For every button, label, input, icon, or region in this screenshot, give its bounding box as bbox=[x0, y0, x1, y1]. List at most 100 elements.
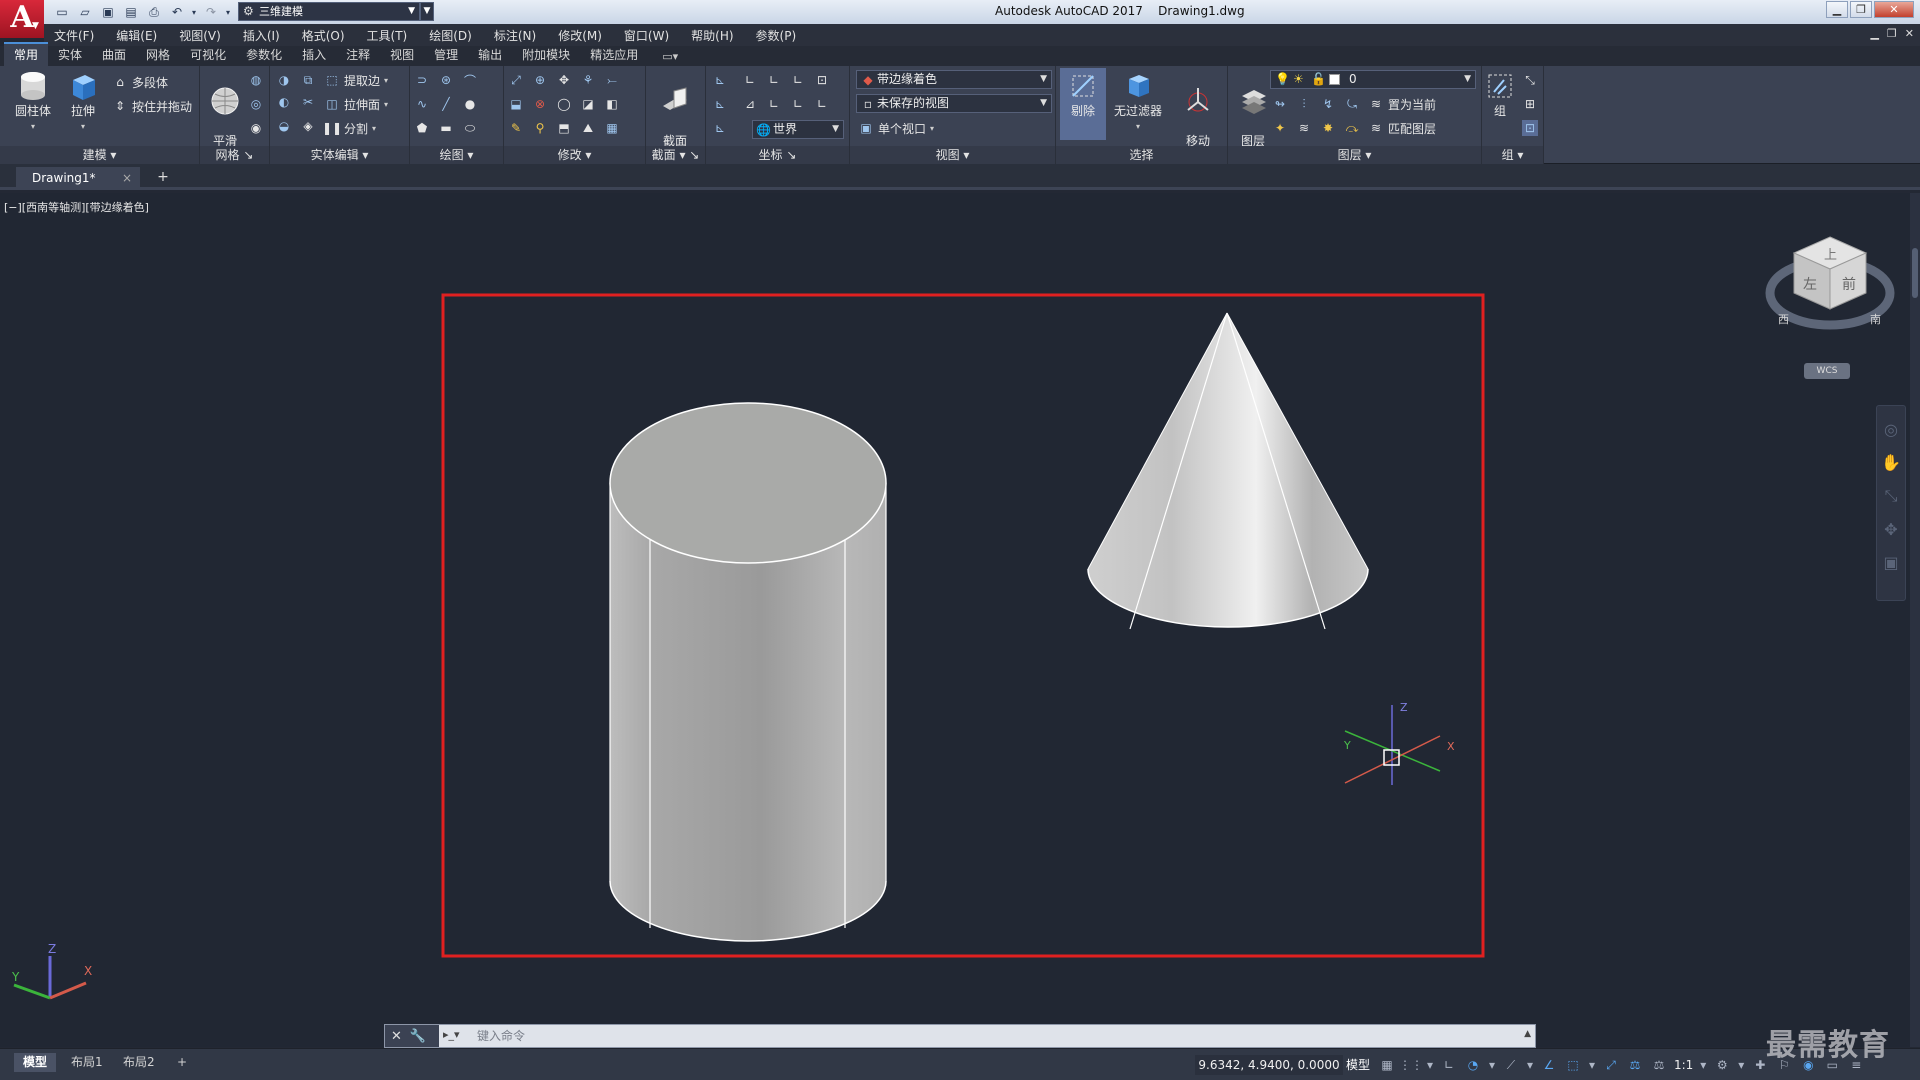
spline-icon[interactable]: ∿ bbox=[414, 96, 430, 112]
viewport-config-button[interactable]: ▣ 单个视口 ▾ bbox=[858, 118, 934, 138]
visual-style-select[interactable]: ◆ 带边缘着色 ▼ bbox=[856, 70, 1052, 89]
wrench-icon[interactable]: 🔧 bbox=[410, 1029, 426, 1044]
grid-icon[interactable]: ▦ bbox=[1378, 1056, 1396, 1074]
panel-title-mesh[interactable]: 网格 ↘ bbox=[200, 146, 269, 164]
intersect-icon[interactable]: ◒ bbox=[276, 118, 292, 134]
erase-icon[interactable]: ✎ bbox=[508, 120, 524, 136]
maximize-button[interactable]: ❐ bbox=[1850, 1, 1872, 18]
menu-window[interactable]: 窗口(W) bbox=[613, 27, 680, 44]
open-file-icon[interactable]: ▱ bbox=[75, 3, 95, 21]
mesh-smooth-more-icon[interactable]: ◍ bbox=[248, 72, 264, 88]
panel-title-selection[interactable]: 选择 bbox=[1056, 146, 1227, 164]
panel-title-modeling[interactable]: 建模 ▾ bbox=[0, 146, 199, 164]
cylinder-button[interactable]: 圆柱体 ▾ bbox=[10, 70, 56, 134]
object-snap-icon[interactable]: ⬚ bbox=[1564, 1056, 1582, 1074]
viewport-controls-label[interactable]: [−][西南等轴测][带边缘着色] bbox=[4, 199, 149, 215]
drawing-viewport[interactable]: Z X Y Z Y X 上 左 前 西 南 [−][西南等轴测][带边缘着色] … bbox=[0, 193, 1910, 1047]
thicken-icon[interactable]: ◈ bbox=[300, 118, 316, 134]
union-icon[interactable]: ◑ bbox=[276, 72, 292, 88]
group-button[interactable]: 组 bbox=[1482, 70, 1518, 119]
rotate-icon[interactable]: ◯ bbox=[556, 96, 572, 112]
save-as-icon[interactable]: ▤ bbox=[121, 3, 141, 21]
orbit-icon[interactable]: ✥ bbox=[1884, 520, 1897, 539]
culling-button[interactable]: 剔除 bbox=[1060, 68, 1106, 140]
chamfer-icon[interactable]: ◧ bbox=[604, 96, 620, 112]
redo-icon[interactable]: ↷ bbox=[201, 3, 221, 21]
polyline-icon[interactable]: ⊃ bbox=[414, 72, 430, 88]
undo-dropdown-icon[interactable]: ▾ bbox=[190, 3, 198, 21]
ucs-z-icon[interactable]: ∟ bbox=[790, 96, 806, 112]
layout-tab-model[interactable]: 模型 bbox=[14, 1053, 57, 1072]
helix-icon[interactable]: ⊛ bbox=[438, 72, 454, 88]
command-input[interactable] bbox=[475, 1025, 1515, 1047]
extrude-button[interactable]: 拉伸 ▾ bbox=[60, 70, 106, 134]
panel-title-layers[interactable]: 图层 ▾ bbox=[1228, 146, 1481, 164]
separate-button[interactable]: ❚❚ 分割 ▾ bbox=[322, 118, 376, 138]
mirror-icon[interactable]: ⛰ bbox=[580, 120, 596, 136]
chevron-down-icon[interactable]: ▾ bbox=[1588, 1056, 1596, 1074]
layout-tab-layout1[interactable]: 布局1 bbox=[62, 1053, 112, 1072]
ucs-x-icon[interactable]: ∟ bbox=[790, 72, 806, 88]
mesh-smooth-less-icon[interactable]: ◎ bbox=[248, 96, 264, 112]
application-menu-button[interactable]: A ▼ bbox=[0, 0, 44, 38]
line-icon[interactable]: ╱ bbox=[438, 96, 454, 112]
move-arrows-icon[interactable]: ✥ bbox=[556, 72, 572, 88]
doc-minimize-button[interactable]: ▁ bbox=[1870, 27, 1878, 40]
tab-solid[interactable]: 实体 bbox=[48, 44, 92, 66]
layer-select[interactable]: 💡 ☀ 🔓 0 ▼ bbox=[1270, 70, 1476, 89]
polysolid-button[interactable]: ⌂ 多段体 bbox=[112, 72, 168, 92]
tab-surface[interactable]: 曲面 bbox=[92, 44, 136, 66]
ucs-icon[interactable]: ⊾ bbox=[712, 72, 728, 88]
doc-restore-button[interactable]: ❐ bbox=[1887, 27, 1897, 40]
menu-file[interactable]: 文件(F) bbox=[44, 27, 105, 44]
auto-scale-icon[interactable]: ⚖ bbox=[1650, 1056, 1668, 1074]
pan-icon[interactable]: ✋ bbox=[1881, 453, 1901, 472]
ucs-face-icon[interactable]: ⊾ bbox=[712, 96, 728, 112]
menu-view[interactable]: 视图(V) bbox=[168, 27, 232, 44]
tab-annotate[interactable]: 注释 bbox=[336, 44, 380, 66]
panel-title-view[interactable]: 视图 ▾ bbox=[850, 146, 1055, 164]
array-icon[interactable]: ▦ bbox=[604, 120, 620, 136]
object-snap-tracking-icon[interactable]: ∠ bbox=[1540, 1056, 1558, 1074]
presspull-button[interactable]: ⇕ 按住并拖动 bbox=[112, 96, 192, 116]
ucs-origin-icon[interactable]: ∟ bbox=[766, 72, 782, 88]
panel-title-groups[interactable]: 组 ▾ bbox=[1482, 146, 1543, 164]
workspace-gear-icon[interactable]: ⚙ bbox=[1713, 1056, 1731, 1074]
layer-unisolate-icon[interactable]: ≋ bbox=[1296, 120, 1312, 136]
tab-featured-apps[interactable]: 精选应用 bbox=[580, 44, 648, 66]
panel-title-coordinates[interactable]: 坐标 ↘ bbox=[706, 146, 849, 164]
offset-icon[interactable]: ⬓ bbox=[508, 96, 524, 112]
fillet-icon[interactable]: ⤢ bbox=[508, 72, 524, 88]
tab-output[interactable]: 输出 bbox=[468, 44, 512, 66]
menu-dimension[interactable]: 标注(N) bbox=[483, 27, 547, 44]
isodraft-icon[interactable]: ⟋ bbox=[1502, 1056, 1520, 1074]
print-icon[interactable]: ⎙ bbox=[144, 3, 164, 21]
tab-parametric[interactable]: 参数化 bbox=[236, 44, 292, 66]
add-layout-button[interactable]: + bbox=[168, 1053, 196, 1072]
redo-dropdown-icon[interactable]: ▾ bbox=[224, 3, 232, 21]
chevron-up-icon[interactable]: ▲ bbox=[1524, 1029, 1531, 1039]
annotation-visibility-icon[interactable]: ⚖ bbox=[1626, 1056, 1644, 1074]
showmotion-icon[interactable]: ▣ bbox=[1883, 553, 1898, 572]
layer-on-all-icon[interactable]: ✦ bbox=[1272, 120, 1288, 136]
viewcube[interactable]: 上 左 前 西 南 bbox=[1765, 236, 1895, 330]
circle-icon[interactable]: ● bbox=[462, 96, 478, 112]
tab-insert[interactable]: 插入 bbox=[292, 44, 336, 66]
tab-view[interactable]: 视图 bbox=[380, 44, 424, 66]
ucs-y-icon[interactable]: ∟ bbox=[766, 96, 782, 112]
menu-help[interactable]: 帮助(H) bbox=[680, 27, 744, 44]
ucs-select[interactable]: 🌐 世界 ▼ bbox=[752, 120, 844, 139]
doc-close-button[interactable]: ✕ bbox=[1905, 27, 1914, 40]
scale-icon[interactable]: ◪ bbox=[580, 96, 596, 112]
dynamic-ucs-icon[interactable]: ⤢ bbox=[1602, 1056, 1620, 1074]
ucs-named-icon[interactable]: ⊾ bbox=[712, 120, 728, 136]
close-button[interactable]: ✕ bbox=[1874, 1, 1914, 18]
chevron-down-icon[interactable]: ▾ bbox=[1699, 1056, 1707, 1074]
layer-lock-icon[interactable]: ⤿ bbox=[1344, 96, 1360, 112]
tab-home[interactable]: 常用 bbox=[4, 42, 49, 66]
customize-qat-button[interactable]: ▼ bbox=[420, 2, 434, 21]
trim-icon[interactable]: ⤚ bbox=[604, 72, 620, 88]
menu-insert[interactable]: 插入(I) bbox=[232, 27, 291, 44]
ucs-zaxis-icon[interactable]: ∟ bbox=[814, 96, 830, 112]
tab-addins[interactable]: 附加模块 bbox=[512, 44, 580, 66]
